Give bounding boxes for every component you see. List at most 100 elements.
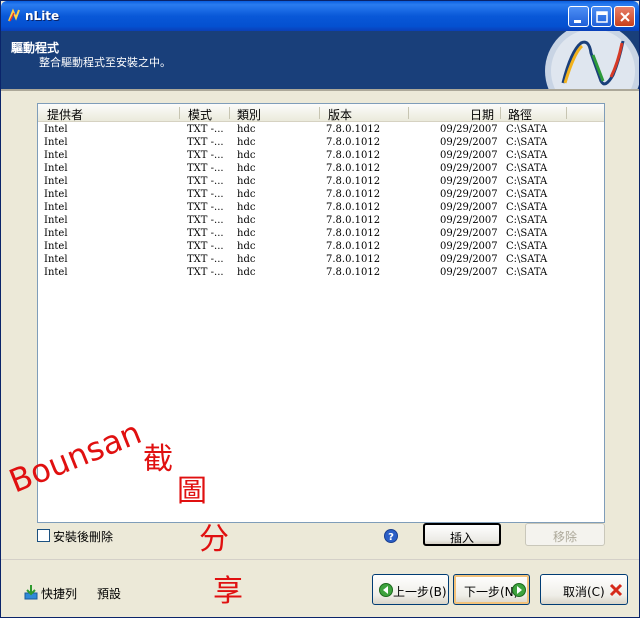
table-row[interactable]: Intel TXT -... hdc 7.8.0.1012 09/29/2007 C:\S… <box>38 163 604 176</box>
delete-after-install-label[interactable]: 安裝後刪除 <box>53 528 113 545</box>
next-button[interactable]: 下一步(N) <box>453 574 530 605</box>
table-cell: hdc <box>237 202 256 213</box>
column-date[interactable]: 日期 <box>470 106 494 123</box>
table-cell: hdc <box>237 176 256 187</box>
table-cell: 7.8.0.1012 <box>326 150 381 161</box>
title-bar[interactable]: nLite <box>1 1 639 31</box>
table-cell: 09/29/2007 <box>440 241 498 252</box>
cancel-x-icon <box>609 583 623 597</box>
table-cell: 09/29/2007 <box>440 202 498 213</box>
table-cell: C:\SATA <box>506 215 548 226</box>
insert-button[interactable]: 插入 <box>423 523 501 546</box>
column-separator[interactable] <box>319 107 320 119</box>
close-icon <box>620 12 630 22</box>
table-cell: TXT -... <box>187 215 224 226</box>
defaults-link[interactable]: 預設 <box>97 585 121 602</box>
table-cell: 09/29/2007 <box>440 176 498 187</box>
table-cell: Intel <box>44 137 68 148</box>
table-row[interactable]: Intel TXT -... hdc 7.8.0.1012 09/29/2007 C:\S… <box>38 202 604 215</box>
remove-button-label: 移除 <box>552 530 577 544</box>
table-cell: C:\SATA <box>506 137 548 148</box>
table-row[interactable]: Intel TXT -... hdc 7.8.0.1012 09/29/2007 C:\S… <box>38 176 604 189</box>
table-row[interactable]: Intel TXT -... hdc 7.8.0.1012 09/29/2007 C:\S… <box>38 241 604 254</box>
table-cell: TXT -... <box>187 254 224 265</box>
column-separator[interactable] <box>179 107 180 119</box>
driver-list[interactable]: 提供者 模式 類別 版本 日期 路徑 Intel TXT -... hdc 7.8.0… <box>37 103 605 523</box>
header-divider <box>1 89 639 91</box>
column-class[interactable]: 類別 <box>237 106 261 123</box>
column-version[interactable]: 版本 <box>328 106 352 123</box>
table-row[interactable]: Intel TXT -... hdc 7.8.0.1012 09/29/2007 C:\S… <box>38 189 604 202</box>
table-row[interactable]: Intel TXT -... hdc 7.8.0.1012 09/29/2007 C:\S… <box>38 215 604 228</box>
watermark-char: 分 <box>199 522 229 557</box>
table-cell: TXT -... <box>187 163 224 174</box>
table-cell: C:\SATA <box>506 202 548 213</box>
table-cell: hdc <box>237 124 256 135</box>
table-cell: C:\SATA <box>506 124 548 135</box>
table-cell: C:\SATA <box>506 254 548 265</box>
table-cell: 09/29/2007 <box>440 254 498 265</box>
window-title: nLite <box>25 9 60 23</box>
column-path[interactable]: 路徑 <box>508 106 532 123</box>
table-row[interactable]: Intel TXT -... hdc 7.8.0.1012 09/29/2007 C:\S… <box>38 137 604 150</box>
table-cell: 09/29/2007 <box>440 215 498 226</box>
table-row[interactable]: Intel TXT -... hdc 7.8.0.1012 09/29/2007 C:\S… <box>38 150 604 163</box>
table-cell: TXT -... <box>187 241 224 252</box>
list-rows: Intel TXT -... hdc 7.8.0.1012 09/29/2007 C:\S… <box>38 124 604 280</box>
nlite-logo <box>545 31 639 89</box>
table-cell: hdc <box>237 150 256 161</box>
table-cell: C:\SATA <box>506 267 548 278</box>
table-row[interactable]: Intel TXT -... hdc 7.8.0.1012 09/29/2007 C:\S… <box>38 267 604 280</box>
nlite-app-icon <box>8 8 20 22</box>
table-cell: TXT -... <box>187 137 224 148</box>
next-button-label: 下一步(N) <box>464 585 519 599</box>
table-cell: hdc <box>237 137 256 148</box>
shortcut-link[interactable]: 快捷列 <box>41 585 77 602</box>
table-cell: TXT -... <box>187 189 224 200</box>
table-cell: C:\SATA <box>506 176 548 187</box>
table-cell: hdc <box>237 254 256 265</box>
table-cell: C:\SATA <box>506 189 548 200</box>
table-cell: TXT -... <box>187 228 224 239</box>
minimize-button[interactable] <box>568 6 589 27</box>
column-mode[interactable]: 模式 <box>188 106 212 123</box>
svg-text:?: ? <box>388 532 394 543</box>
table-cell: 7.8.0.1012 <box>326 189 381 200</box>
table-row[interactable]: Intel TXT -... hdc 7.8.0.1012 09/29/2007 C:\S… <box>38 228 604 241</box>
shortcut-icon[interactable] <box>23 584 39 600</box>
table-cell: Intel <box>44 241 68 252</box>
delete-after-install-checkbox[interactable] <box>37 529 50 542</box>
table-cell: 7.8.0.1012 <box>326 163 381 174</box>
remove-button[interactable]: 移除 <box>525 523 605 546</box>
column-separator[interactable] <box>566 107 567 119</box>
table-cell: Intel <box>44 150 68 161</box>
insert-button-label: 插入 <box>449 531 474 545</box>
table-cell: 09/29/2007 <box>440 137 498 148</box>
column-separator[interactable] <box>229 107 230 119</box>
table-row[interactable]: Intel TXT -... hdc 7.8.0.1012 09/29/2007 C:\S… <box>38 254 604 267</box>
column-provider[interactable]: 提供者 <box>47 106 83 123</box>
table-cell: C:\SATA <box>506 150 548 161</box>
cancel-button-label: 取消(C) <box>563 585 605 599</box>
table-cell: 09/29/2007 <box>440 150 498 161</box>
column-separator[interactable] <box>500 107 501 119</box>
help-icon[interactable]: ? <box>384 529 398 543</box>
table-cell: TXT -... <box>187 267 224 278</box>
table-cell: hdc <box>237 228 256 239</box>
table-row[interactable]: Intel TXT -... hdc 7.8.0.1012 09/29/2007 C:\S… <box>38 124 604 137</box>
table-cell: C:\SATA <box>506 241 548 252</box>
table-cell: Intel <box>44 176 68 187</box>
next-arrow-icon <box>512 583 526 597</box>
table-cell: Intel <box>44 202 68 213</box>
close-button[interactable] <box>614 6 635 27</box>
table-cell: 7.8.0.1012 <box>326 176 381 187</box>
table-cell: 09/29/2007 <box>440 189 498 200</box>
back-button[interactable]: 上一步(B) <box>372 574 449 605</box>
table-cell: hdc <box>237 241 256 252</box>
maximize-button[interactable] <box>591 6 612 27</box>
table-cell: 09/29/2007 <box>440 124 498 135</box>
maximize-icon <box>596 11 608 23</box>
cancel-button[interactable]: 取消(C) <box>540 574 628 605</box>
column-separator[interactable] <box>408 107 409 119</box>
table-cell: hdc <box>237 215 256 226</box>
